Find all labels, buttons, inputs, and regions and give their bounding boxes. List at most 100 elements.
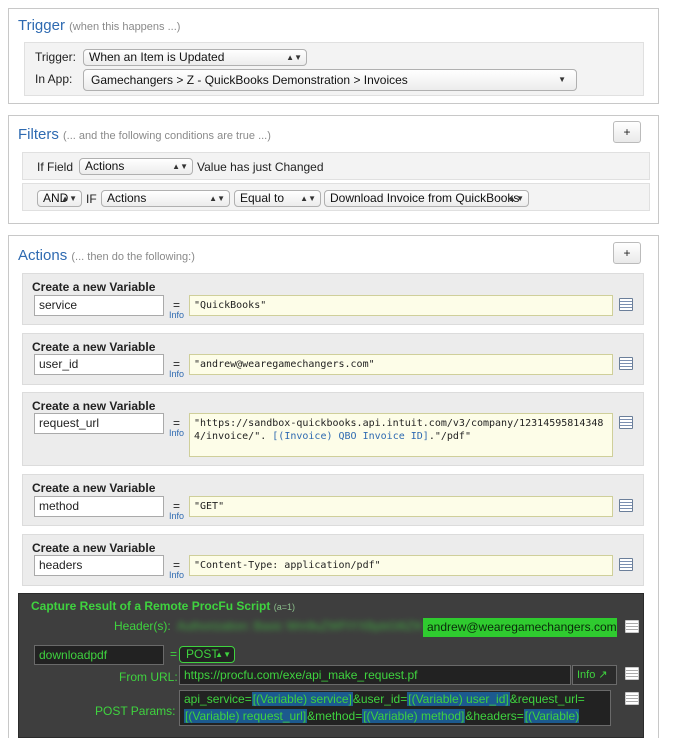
variable-name-input[interactable]: request_url: [34, 413, 164, 434]
trigger-heading: Trigger (when this happens ...): [18, 17, 180, 34]
variable-token[interactable]: [(Variable) service]: [251, 692, 353, 706]
table-icon[interactable]: [619, 357, 633, 370]
conjunction-select[interactable]: AND ▲▼: [37, 190, 82, 207]
info-link[interactable]: Info: [169, 310, 184, 320]
url-label: From URL:: [119, 670, 178, 684]
variable-name-input[interactable]: headers: [34, 555, 164, 576]
table-icon[interactable]: [619, 558, 633, 571]
procfu-title: Capture Result of a Remote ProcFu Script…: [31, 599, 295, 613]
trigger-select-value: When an Item is Updated: [89, 50, 225, 64]
param-text: &method=: [307, 709, 363, 723]
operator-select[interactable]: Equal to ▲▼: [234, 190, 321, 207]
action-card-headers: Create a new Variable headers = Info "Co…: [22, 534, 644, 586]
result-variable-input[interactable]: downloadpdf: [34, 645, 164, 665]
info-link[interactable]: Info: [169, 428, 184, 438]
table-icon[interactable]: [619, 416, 633, 429]
trigger-title: Trigger: [18, 17, 65, 34]
filter-field-value: Actions: [85, 159, 125, 173]
headers-email-value[interactable]: andrew@wearegamechangers.com: [423, 618, 617, 637]
changed-label: Value has just Changed: [197, 160, 324, 174]
variable-value-input[interactable]: "Content-Type: application/pdf": [189, 555, 613, 576]
variable-value-input[interactable]: "QuickBooks": [189, 295, 613, 316]
http-method-select[interactable]: POST ▲▼: [179, 646, 235, 663]
trigger-subtitle: (when this happens ...): [69, 21, 181, 33]
table-icon[interactable]: [625, 620, 639, 633]
table-icon[interactable]: [625, 692, 639, 705]
procfu-title-text: Capture Result of a Remote ProcFu Script: [31, 599, 271, 613]
updown-arrows-icon: ▲▼: [300, 194, 316, 203]
table-icon[interactable]: [619, 298, 633, 311]
procfu-action-card: Capture Result of a Remote ProcFu Script…: [18, 593, 644, 738]
trigger-select[interactable]: When an Item is Updated ▲▼: [83, 49, 307, 66]
headers-label: Header(s):: [114, 619, 171, 633]
param-text: &headers=: [465, 709, 524, 723]
variable-name-input[interactable]: service: [34, 295, 164, 316]
url-input[interactable]: https://procfu.com/exe/api_make_request.…: [179, 665, 571, 685]
variable-name-input[interactable]: method: [34, 496, 164, 517]
updown-arrows-icon: ▲▼: [172, 162, 188, 171]
info-link[interactable]: Info: [169, 511, 184, 521]
condition-field-select[interactable]: Actions ▲▼: [101, 190, 230, 207]
actions-heading: Actions (... then do the following:): [18, 247, 195, 264]
filter-row-2: AND ▲▼ IF Actions ▲▼ Equal to ▲▼ Download I…: [22, 183, 650, 211]
param-text: &request_url=: [509, 692, 585, 706]
if-label: IF: [86, 192, 97, 206]
filters-subtitle: (... and the following conditions are tr…: [63, 130, 271, 142]
url-suffix: ."/pdf": [428, 431, 471, 442]
action-card-method: Create a new Variable method = Info "GET…: [22, 474, 644, 526]
variable-token[interactable]: [(Variable) method]: [362, 709, 466, 723]
action-title: Create a new Variable: [32, 399, 156, 413]
updown-arrows-icon: ▲▼: [61, 194, 77, 203]
info-link[interactable]: Info: [169, 570, 184, 580]
condition-value: Download Invoice from QuickBooks: [330, 191, 520, 205]
post-params-input[interactable]: api_service=[(Variable) service]&user_id…: [179, 690, 611, 726]
variable-token[interactable]: [(Variable) user_id]: [407, 692, 510, 706]
variable-token[interactable]: [(Variable) request_url]: [184, 709, 308, 723]
trigger-label: Trigger:: [35, 50, 76, 64]
trigger-settings-row: Trigger: When an Item is Updated ▲▼ In Ap…: [24, 42, 644, 96]
action-title: Create a new Variable: [32, 340, 156, 354]
condition-value-select[interactable]: Download Invoice from QuickBooks ▲▼: [324, 190, 529, 207]
action-card-service: Create a new Variable service = Info "Qu…: [22, 273, 644, 325]
post-params-label: POST Params:: [95, 704, 176, 718]
action-title: Create a new Variable: [32, 280, 156, 294]
variable-value-input[interactable]: "andrew@wearegamechangers.com": [189, 354, 613, 375]
add-action-button[interactable]: +: [613, 242, 641, 264]
app-select[interactable]: Gamechangers > Z - QuickBooks Demonstrat…: [83, 69, 577, 91]
invoice-id-token[interactable]: [(Invoice) QBO Invoice ID]: [272, 431, 429, 442]
filter-row-1: If Field Actions ▲▼ Value has just Change…: [22, 152, 650, 180]
trigger-panel: Trigger (when this happens ...) Trigger:…: [8, 8, 659, 104]
table-icon[interactable]: [619, 499, 633, 512]
updown-arrows-icon: ▲▼: [209, 194, 225, 203]
filters-heading: Filters (... and the following condition…: [18, 126, 271, 143]
variable-value-input[interactable]: "GET": [189, 496, 613, 517]
action-card-user-id: Create a new Variable user_id = Info "an…: [22, 333, 644, 385]
headers-blurred-value: Authorization: Basic Wm9uZWFtYXBpbGl6ZWR…: [177, 619, 422, 633]
param-text: &user_id=: [352, 692, 408, 706]
updown-arrows-icon: ▲▼: [286, 53, 302, 62]
param-text: api_service=: [184, 692, 252, 706]
info-link-button[interactable]: Info ↗: [572, 665, 617, 685]
add-filter-button[interactable]: +: [613, 121, 641, 143]
equals-sign: =: [170, 647, 178, 661]
http-method-value: POST: [186, 647, 219, 661]
updown-arrows-icon: ▲▼: [508, 194, 524, 203]
updown-arrows-icon: ▲▼: [215, 650, 231, 659]
action-card-request-url: Create a new Variable request_url = Info…: [22, 392, 644, 466]
procfu-counter: (a=1): [273, 602, 295, 612]
variable-name-input[interactable]: user_id: [34, 354, 164, 375]
condition-field-value: Actions: [107, 191, 147, 205]
variable-value-input[interactable]: "https://sandbox-quickbooks.api.intuit.c…: [189, 413, 613, 457]
app-select-value: Gamechangers > Z - QuickBooks Demonstrat…: [91, 73, 408, 87]
action-title: Create a new Variable: [32, 541, 156, 555]
filters-title: Filters: [18, 126, 59, 143]
table-icon[interactable]: [625, 667, 639, 680]
filters-panel: Filters (... and the following condition…: [8, 115, 659, 224]
if-field-label: If Field: [37, 160, 74, 174]
action-title: Create a new Variable: [32, 481, 156, 495]
info-link[interactable]: Info: [169, 369, 184, 379]
app-label: In App:: [35, 72, 73, 86]
filter-field-select[interactable]: Actions ▲▼: [79, 158, 193, 175]
actions-subtitle: (... then do the following:): [71, 251, 195, 263]
chevron-down-icon: ▼: [558, 75, 566, 84]
